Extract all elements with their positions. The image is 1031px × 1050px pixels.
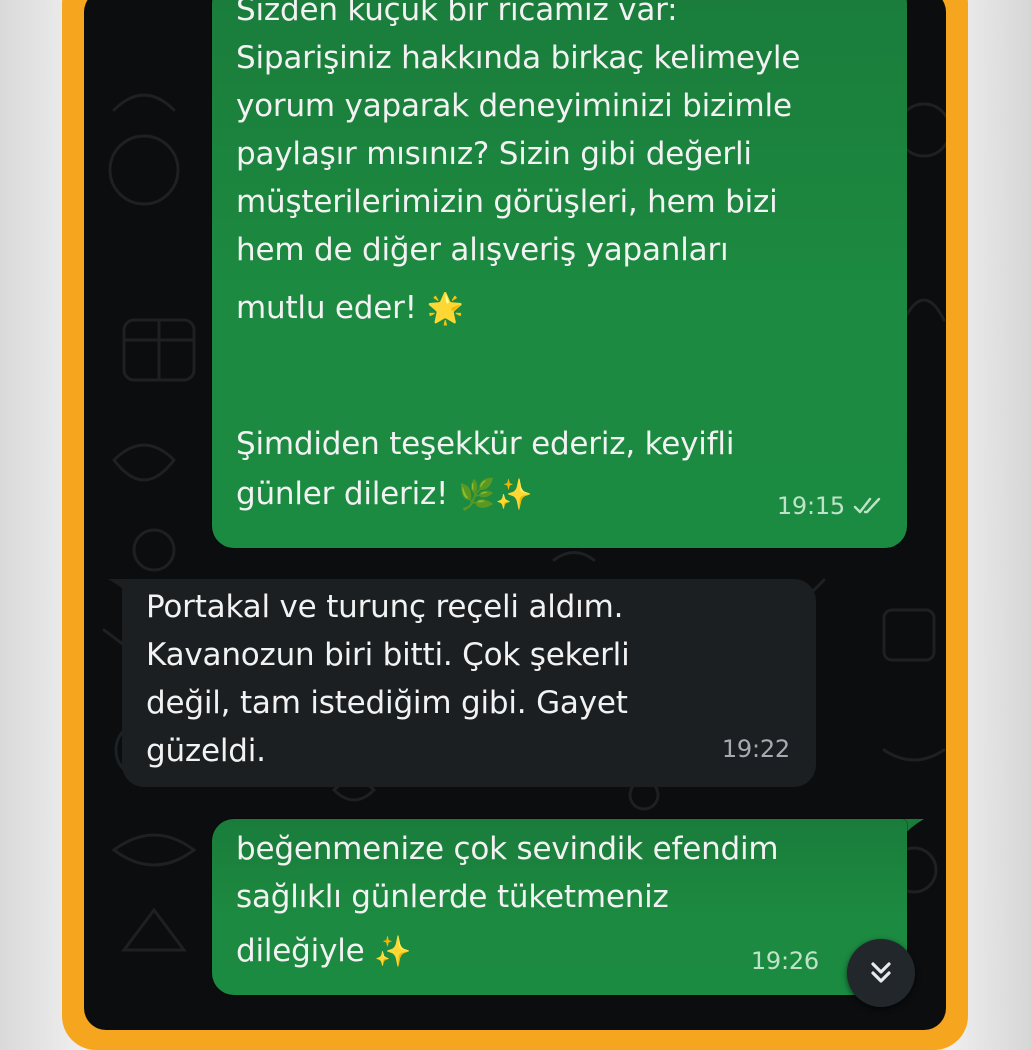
- message-line: beğenmenize çok sevindik efendim: [236, 831, 779, 867]
- message-line: mutlu eder!: [236, 290, 417, 326]
- message-line: günler dileriz!: [236, 475, 449, 512]
- sparkles-emoji: ✨: [374, 934, 412, 970]
- message-time: 19:22: [721, 735, 790, 763]
- outgoing-message-1[interactable]: Sizden küçük bir ricamız var: Siparişini…: [212, 0, 907, 548]
- double-chevron-down-icon: [871, 962, 891, 983]
- outgoing-message-2[interactable]: beğenmenize çok sevindik efendim sağlıkl…: [212, 819, 907, 995]
- message-meta: 19:15: [777, 482, 885, 530]
- chat-window[interactable]: Sizden küçük bir ricamız var: Siparişini…: [84, 0, 946, 1030]
- message-line: güzeldi.: [146, 733, 266, 769]
- message-line: paylaşır mısınız? Sizin gibi değerli: [236, 136, 752, 172]
- scroll-to-bottom-button[interactable]: [847, 939, 915, 1007]
- message-meta: 19:26: [751, 937, 819, 985]
- message-line: Portakal ve turunç reçeli aldım.: [146, 589, 624, 625]
- message-line: sağlıklı günlerde tüketmeniz: [236, 879, 669, 915]
- message-line: hem de diğer alışveriş yapanları: [236, 232, 729, 268]
- message-line: müşterilerimizin görüşleri, hem bizi: [236, 184, 778, 220]
- message-line: yorum yaparak deneyiminizi bizimle: [236, 88, 792, 124]
- message-line: Siparişiniz hakkında birkaç kelimeyle: [236, 40, 801, 76]
- message-line: dileğiyle: [236, 933, 365, 969]
- message-line: Kavanozun biri bitti. Çok şekerli: [146, 637, 630, 673]
- message-line: Şimdiden teşekkür ederiz, keyifli: [236, 425, 735, 462]
- star-emoji: 🌟: [426, 291, 464, 327]
- message-time: 19:26: [750, 947, 819, 975]
- message-line: değil, tam istediğim gibi. Gayet: [146, 685, 628, 721]
- message-line: Sizden küçük bir ricamız var:: [236, 0, 678, 28]
- message-time: 19:15: [776, 492, 845, 520]
- herb-sparkles-emoji: 🌿✨: [457, 477, 533, 512]
- message-meta: 19:22: [722, 725, 790, 773]
- incoming-message-1[interactable]: Portakal ve turunç reçeli aldım. Kavanoz…: [122, 579, 816, 787]
- double-check-read-icon: [853, 497, 881, 514]
